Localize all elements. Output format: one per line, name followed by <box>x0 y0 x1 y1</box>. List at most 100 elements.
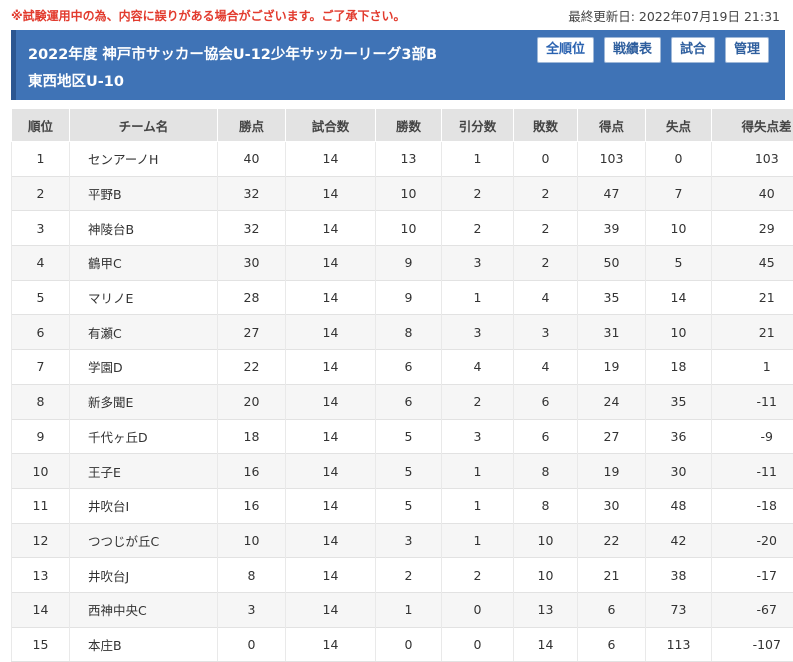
column-header-goal-diff: 得失点差 <box>712 109 793 142</box>
cell-played: 14 <box>286 454 376 489</box>
cell-rank: 11 <box>12 488 70 523</box>
admin-button[interactable]: 管理 <box>725 37 769 63</box>
cell-goals-against: 36 <box>646 419 712 454</box>
cell-goals-for: 19 <box>578 350 646 385</box>
cell-rank: 9 <box>12 419 70 454</box>
cell-goals-for: 21 <box>578 558 646 593</box>
cell-draws: 4 <box>442 350 514 385</box>
notice-text: ※試験運用中の為、内容に誤りがある場合がございます。ご了承下さい。 <box>11 7 405 24</box>
cell-points: 32 <box>218 176 286 211</box>
cell-goals-against: 0 <box>646 142 712 177</box>
cell-goal-diff: 40 <box>712 176 793 211</box>
cell-losses: 14 <box>514 627 578 662</box>
cell-team: 新多聞E <box>70 384 218 419</box>
cell-wins: 9 <box>376 246 442 281</box>
cell-team: 学園D <box>70 350 218 385</box>
cell-goal-diff: 103 <box>712 142 793 177</box>
cell-losses: 0 <box>514 142 578 177</box>
cell-draws: 1 <box>442 280 514 315</box>
cell-losses: 4 <box>514 280 578 315</box>
cell-points: 28 <box>218 280 286 315</box>
cell-goal-diff: 21 <box>712 280 793 315</box>
cell-rank: 6 <box>12 315 70 350</box>
table-header-row: 順位チーム名勝点試合数勝数引分数敗数得点失点得失点差 <box>12 109 793 142</box>
cell-goal-diff: 29 <box>712 211 793 246</box>
cell-rank: 14 <box>12 592 70 627</box>
cell-draws: 1 <box>442 488 514 523</box>
cell-goals-for: 22 <box>578 523 646 558</box>
cell-team: 王子E <box>70 454 218 489</box>
cell-rank: 4 <box>12 246 70 281</box>
results-table-button[interactable]: 戦績表 <box>604 37 661 63</box>
table-row: 6有瀬C2714833311021 <box>12 315 793 350</box>
cell-rank: 3 <box>12 211 70 246</box>
league-title-line1: 2022年度 神戸市サッカー協会U-12少年サッカーリーグ3部B <box>28 42 498 69</box>
cell-played: 14 <box>286 350 376 385</box>
cell-goals-against: 10 <box>646 315 712 350</box>
cell-losses: 3 <box>514 315 578 350</box>
table-row: 12つつじが丘C101431102242-20 <box>12 523 793 558</box>
cell-losses: 8 <box>514 454 578 489</box>
cell-losses: 6 <box>514 419 578 454</box>
cell-team: マリノE <box>70 280 218 315</box>
matches-button[interactable]: 試合 <box>671 37 715 63</box>
cell-team: 井吹台J <box>70 558 218 593</box>
cell-goal-diff: -17 <box>712 558 793 593</box>
cell-wins: 2 <box>376 558 442 593</box>
cell-losses: 13 <box>514 592 578 627</box>
cell-draws: 2 <box>442 558 514 593</box>
table-row: 10王子E16145181930-11 <box>12 454 793 489</box>
cell-wins: 1 <box>376 592 442 627</box>
last-updated: 最終更新日: 2022年07月19日 21:31 <box>568 6 780 25</box>
cell-goals-for: 103 <box>578 142 646 177</box>
cell-wins: 5 <box>376 419 442 454</box>
cell-played: 14 <box>286 280 376 315</box>
league-header: 2022年度 神戸市サッカー協会U-12少年サッカーリーグ3部B 東西地区U-1… <box>11 30 785 100</box>
cell-rank: 12 <box>12 523 70 558</box>
cell-losses: 4 <box>514 350 578 385</box>
cell-draws: 2 <box>442 176 514 211</box>
cell-goals-against: 7 <box>646 176 712 211</box>
cell-goals-against: 38 <box>646 558 712 593</box>
table-row: 3神陵台B32141022391029 <box>12 211 793 246</box>
cell-points: 3 <box>218 592 286 627</box>
cell-points: 32 <box>218 211 286 246</box>
cell-draws: 3 <box>442 246 514 281</box>
cell-team: 本庄B <box>70 627 218 662</box>
nav-buttons: 全順位 戦績表 試合 管理 <box>527 37 769 63</box>
cell-draws: 0 <box>442 627 514 662</box>
cell-played: 14 <box>286 592 376 627</box>
cell-goal-diff: -107 <box>712 627 793 662</box>
cell-losses: 2 <box>514 211 578 246</box>
cell-rank: 7 <box>12 350 70 385</box>
cell-goal-diff: 45 <box>712 246 793 281</box>
cell-wins: 0 <box>376 627 442 662</box>
cell-goals-for: 35 <box>578 280 646 315</box>
cell-points: 8 <box>218 558 286 593</box>
all-standings-button[interactable]: 全順位 <box>537 37 594 63</box>
table-row: 7学園D221464419181 <box>12 350 793 385</box>
cell-team: つつじが丘C <box>70 523 218 558</box>
league-title-line2: 東西地区U-10 <box>28 69 498 96</box>
cell-played: 14 <box>286 315 376 350</box>
column-header-played: 試合数 <box>286 109 376 142</box>
cell-played: 14 <box>286 558 376 593</box>
column-header-goals-for: 得点 <box>578 109 646 142</box>
cell-goals-against: 73 <box>646 592 712 627</box>
column-header-goals-against: 失点 <box>646 109 712 142</box>
column-header-rank: 順位 <box>12 109 70 142</box>
cell-draws: 0 <box>442 592 514 627</box>
cell-goals-against: 18 <box>646 350 712 385</box>
cell-rank: 13 <box>12 558 70 593</box>
cell-rank: 15 <box>12 627 70 662</box>
table-row: 14西神中央C3141013673-67 <box>12 592 793 627</box>
cell-played: 14 <box>286 419 376 454</box>
cell-losses: 2 <box>514 176 578 211</box>
table-row: 1センアーノH401413101030103 <box>12 142 793 177</box>
cell-losses: 2 <box>514 246 578 281</box>
cell-wins: 5 <box>376 454 442 489</box>
cell-goals-for: 50 <box>578 246 646 281</box>
table-row: 9千代ヶ丘D18145362736-9 <box>12 419 793 454</box>
cell-played: 14 <box>286 246 376 281</box>
cell-goal-diff: -18 <box>712 488 793 523</box>
